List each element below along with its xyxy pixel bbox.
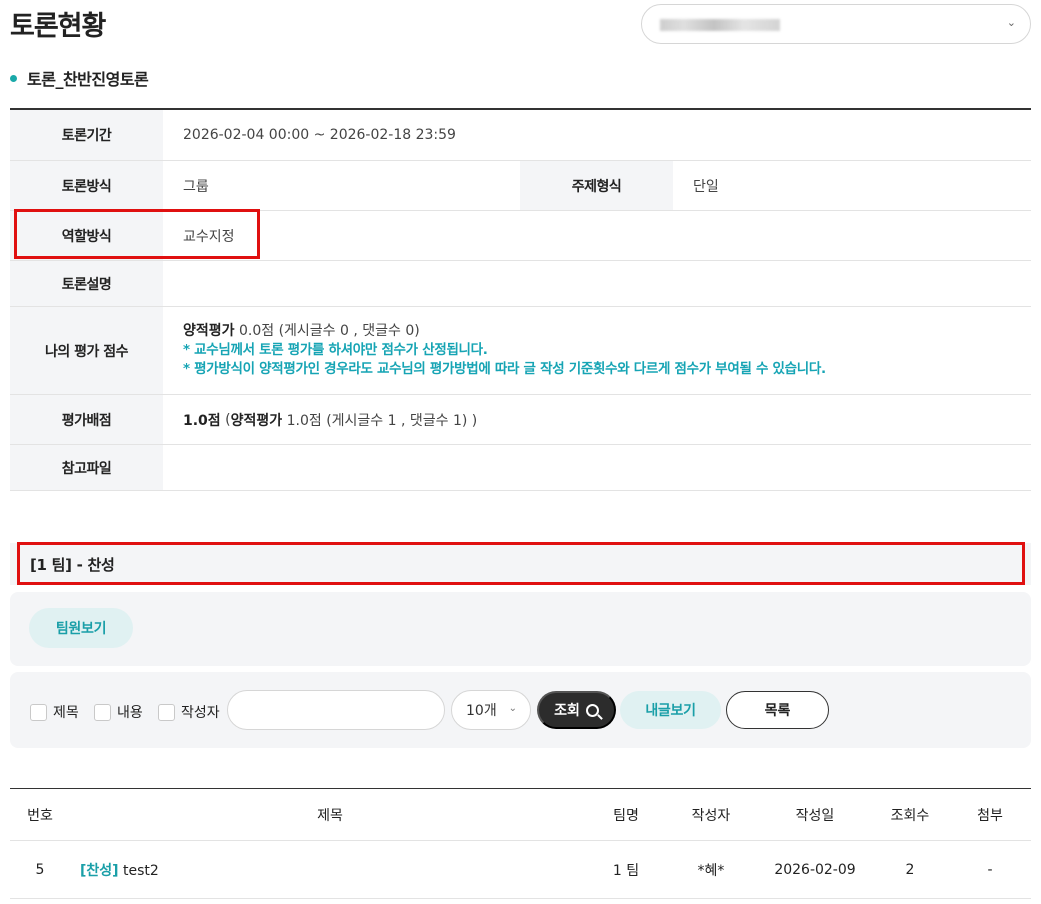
info-row-files: 참고파일 <box>10 445 1031 491</box>
filter-title-label: 제목 <box>53 705 79 721</box>
team-members-button[interactable]: 팀원보기 <box>29 608 133 648</box>
course-select[interactable]: ⌄ <box>641 4 1031 44</box>
filter-content-label: 내용 <box>117 705 143 721</box>
period-label: 토론기간 <box>10 110 163 160</box>
table-row[interactable]: 5 [찬성] test2 1 팀 *혜* 2026-02-09 2 - <box>10 841 1031 899</box>
checkbox-icon <box>158 703 175 721</box>
header-team: 팀명 <box>613 807 639 824</box>
info-row-role: 역할방식 교수지정 <box>10 211 1031 261</box>
chevron-down-icon: ⌄ <box>508 703 517 714</box>
row-tag: [찬성] <box>80 862 119 879</box>
team-heading: [1 팀] - 찬성 <box>10 543 1031 585</box>
bullet-icon <box>10 74 17 82</box>
info-row-my-score: 나의 평가 점수 양적평가 0.0점 (게시글수 0 , 댓글수 0) * 교수… <box>10 307 1031 395</box>
search-button[interactable]: 조회 <box>537 691 616 729</box>
page-size-value: 10개 <box>466 703 497 719</box>
score-note-2: * 평가방식이 양적평가인 경우라도 교수님의 평가방법에 따라 글 작성 기준… <box>183 361 826 377</box>
info-row-period: 토론기간 2026-02-04 00:00 ~ 2026-02-18 23:59 <box>10 110 1031 161</box>
header-date: 작성일 <box>795 807 835 824</box>
row-num: 5 <box>35 861 45 878</box>
page-title: 토론현황 <box>10 11 106 42</box>
score-note-1: * 교수님께서 토론 평가를 하셔야만 점수가 산정됩니다. <box>183 342 488 358</box>
header-num: 번호 <box>27 807 53 824</box>
allotment-detail: 1.0점 (게시글수 1 , 댓글수 1) ) <box>286 412 478 429</box>
filter-title-checkbox[interactable]: 제목 <box>30 702 79 722</box>
info-row-description: 토론설명 <box>10 261 1031 307</box>
row-title[interactable]: [찬성] test2 <box>70 860 590 880</box>
post-list-table: 번호 제목 팀명 작성자 작성일 조회수 첨부 5 [찬성] test2 1 팀… <box>10 788 1031 899</box>
checkbox-icon <box>30 703 47 721</box>
description-value <box>163 261 1031 306</box>
header-title: 제목 <box>317 807 343 824</box>
my-score-line: 양적평가 0.0점 (게시글수 0 , 댓글수 0) <box>183 322 420 341</box>
row-date: 2026-02-09 <box>774 861 856 878</box>
row-title-text[interactable]: test2 <box>123 863 159 879</box>
discussion-info-table: 토론기간 2026-02-04 00:00 ~ 2026-02-18 23:59… <box>10 108 1031 491</box>
search-panel: 제목 내용 작성자 10개 ⌄ 조회 내글보기 목록 <box>10 672 1031 748</box>
row-views: 2 <box>905 861 915 878</box>
chevron-down-icon: ⌄ <box>1006 16 1016 29</box>
header-views: 조회수 <box>890 807 930 824</box>
files-value <box>163 445 1031 490</box>
checkbox-icon <box>94 703 111 721</box>
info-row-method: 토론방식 그룹 주제형식 단일 <box>10 161 1031 211</box>
list-button[interactable]: 목록 <box>726 691 829 729</box>
role-value: 교수지정 <box>183 228 235 245</box>
allotment-total: 1.0점 <box>183 412 221 429</box>
files-label: 참고파일 <box>10 445 163 490</box>
period-value: 2026-02-04 00:00 ~ 2026-02-18 23:59 <box>183 127 456 143</box>
my-score-detail: 0.0점 (게시글수 0 , 댓글수 0) <box>238 323 420 339</box>
header-attach: 첨부 <box>977 807 1003 824</box>
filter-content-checkbox[interactable]: 내용 <box>94 702 143 722</box>
discussion-name: 토론_찬반진영토론 <box>27 70 149 89</box>
topic-type-value: 단일 <box>693 178 719 195</box>
filter-writer-checkbox[interactable]: 작성자 <box>158 702 220 722</box>
role-label: 역할방식 <box>10 211 163 260</box>
description-label: 토론설명 <box>10 261 163 306</box>
method-value: 그룹 <box>183 178 209 195</box>
page-size-select[interactable]: 10개 ⌄ <box>451 690 531 730</box>
row-attach: - <box>987 861 993 878</box>
header-writer: 작성자 <box>691 807 731 824</box>
table-header-row: 번호 제목 팀명 작성자 작성일 조회수 첨부 <box>10 789 1031 841</box>
row-writer: *혜* <box>697 862 725 879</box>
my-posts-button[interactable]: 내글보기 <box>620 691 721 729</box>
search-button-label: 조회 <box>554 702 580 718</box>
my-score-value: 양적평가 0.0점 (게시글수 0 , 댓글수 0) * 교수님께서 토론 평가… <box>163 307 1031 394</box>
team-members-panel: 팀원보기 <box>10 592 1031 666</box>
topic-type-label: 주제형식 <box>520 161 673 210</box>
info-row-allotment: 평가배점 1.0점 (양적평가 1.0점 (게시글수 1 , 댓글수 1) ) <box>10 395 1031 445</box>
allotment-value: 1.0점 (양적평가 1.0점 (게시글수 1 , 댓글수 1) ) <box>163 395 1031 444</box>
my-score-label: 나의 평가 점수 <box>10 307 163 394</box>
my-score-type: 양적평가 <box>183 323 235 339</box>
row-team: 1 팀 <box>612 862 640 879</box>
method-label: 토론방식 <box>10 161 163 210</box>
search-input[interactable] <box>227 690 445 730</box>
course-select-value <box>660 19 780 31</box>
allotment-label: 평가배점 <box>10 395 163 444</box>
search-icon <box>585 703 599 717</box>
filter-writer-label: 작성자 <box>181 705 220 721</box>
allotment-type: 양적평가 <box>230 412 283 429</box>
discussion-title: 토론_찬반진영토론 <box>10 66 149 90</box>
